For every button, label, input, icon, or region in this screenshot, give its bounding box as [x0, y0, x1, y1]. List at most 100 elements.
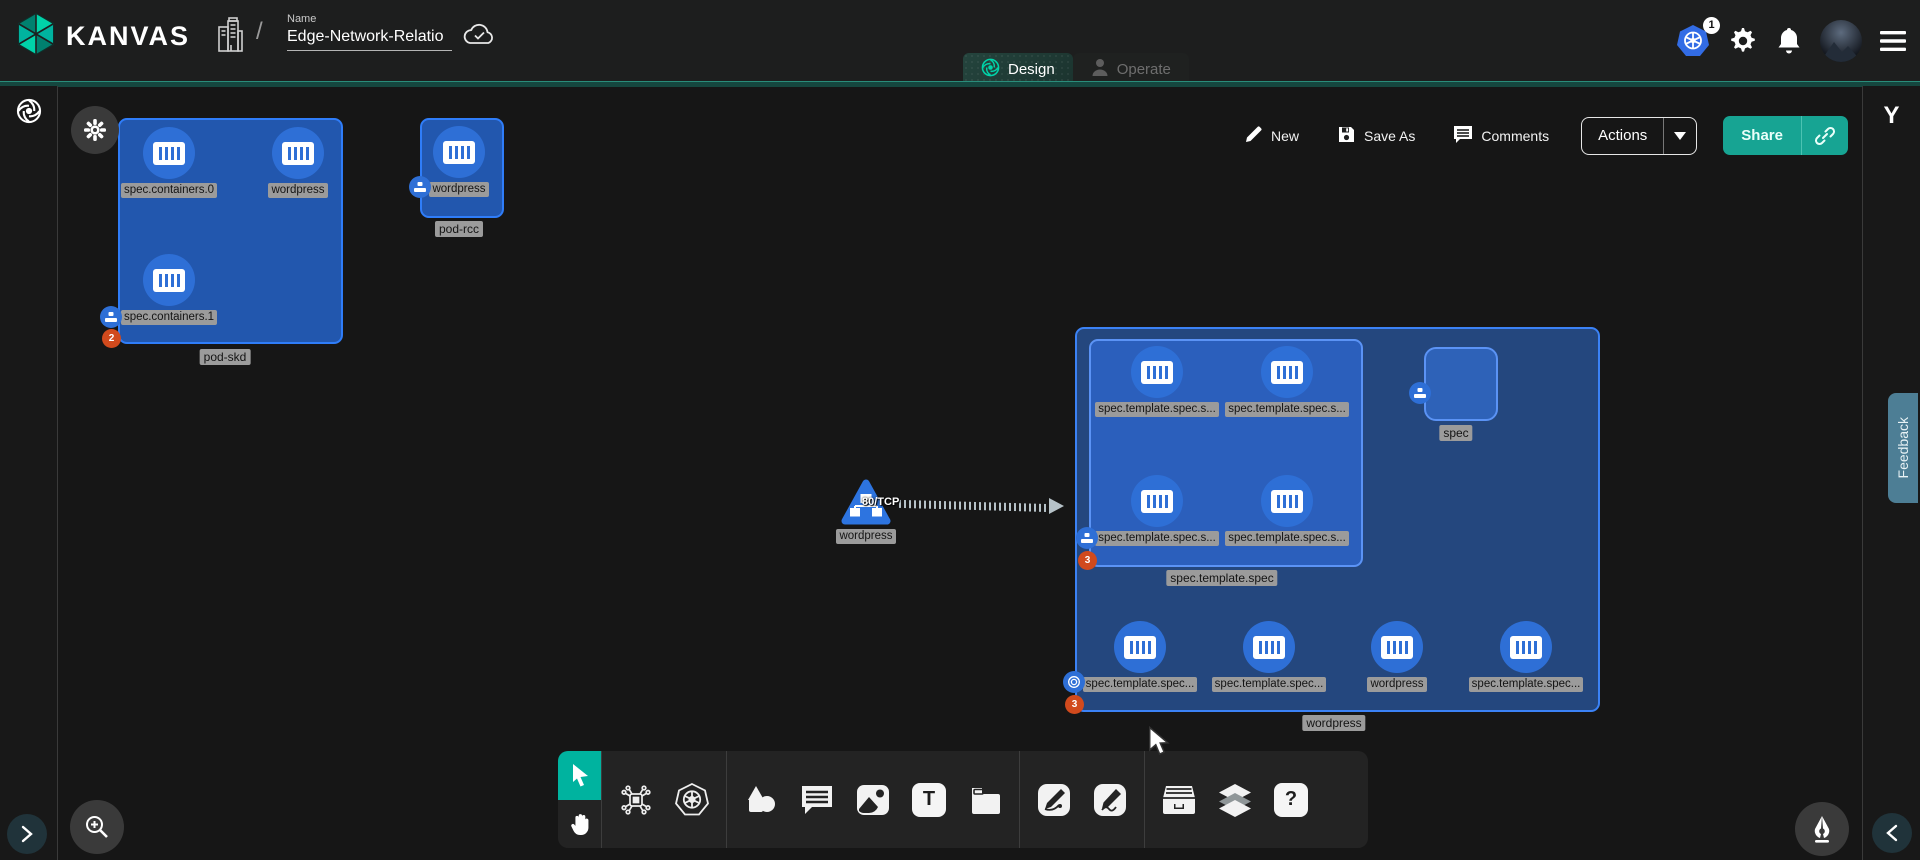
save-as-button[interactable]: Save As — [1331, 124, 1421, 148]
spec-relationship-badge[interactable] — [1409, 382, 1431, 404]
wordpress-group-error-badge[interactable]: 3 — [1065, 695, 1084, 714]
container-icon — [143, 254, 195, 306]
tab-operate-label: Operate — [1117, 61, 1171, 78]
node-label: wordpress — [836, 529, 895, 544]
canvas-config-gear-button[interactable] — [71, 106, 119, 154]
node-spec[interactable] — [1424, 347, 1498, 421]
pan-tool-button[interactable] — [558, 800, 601, 849]
kanvas-logo[interactable]: KANVAS — [16, 12, 190, 61]
node-bottom-wordpress[interactable]: wordpress — [1371, 621, 1423, 692]
theme-ink-button[interactable] — [1795, 802, 1849, 856]
freehand-draw-tool[interactable] — [1082, 751, 1138, 848]
pencil-icon — [1244, 125, 1263, 147]
frame-tool[interactable] — [957, 751, 1013, 848]
node-bottom-container-4[interactable]: spec.template.spec... — [1500, 621, 1552, 692]
template-group-error-badge[interactable]: 3 — [1078, 551, 1097, 570]
toolbar-group-library: ? — [1144, 751, 1325, 848]
feedback-tab[interactable]: Feedback — [1888, 393, 1918, 503]
node-label: wordpress — [268, 183, 327, 198]
node-wordpress-rcc[interactable]: wordpress — [433, 126, 485, 197]
container-icon — [1243, 621, 1295, 673]
image-tool[interactable] — [845, 751, 901, 848]
template-group-relationship-badge[interactable] — [1076, 527, 1098, 549]
node-label: spec.template.spec.s... — [1225, 402, 1349, 417]
organization-icon[interactable] — [215, 17, 245, 58]
share-label: Share — [1723, 116, 1802, 155]
toolbar-group-components — [601, 751, 726, 848]
node-bottom-container-2[interactable]: spec.template.spec... — [1243, 621, 1295, 692]
app-header: KANVAS / Name Edge-Network-Relatio — [0, 0, 1920, 81]
actions-label: Actions — [1582, 118, 1664, 154]
share-button[interactable]: Share — [1723, 116, 1848, 155]
node-label: spec.containers.0 — [121, 183, 217, 198]
design-mode-icon — [981, 58, 1000, 81]
pod-rcc-relationship-badge[interactable] — [409, 176, 431, 198]
pen-tool[interactable] — [1026, 751, 1082, 848]
comment-tool[interactable] — [789, 751, 845, 848]
node-service-wordpress[interactable]: wordpress — [842, 479, 890, 544]
node-bottom-container-1[interactable]: spec.template.spec... — [1114, 621, 1166, 692]
validate-y-icon[interactable]: Y — [1863, 102, 1920, 130]
pod-skd-relationship-badge[interactable] — [100, 306, 122, 328]
node-label: spec.template.spec... — [1212, 677, 1327, 692]
comments-label: Comments — [1481, 128, 1549, 144]
design-name-field: Name Edge-Network-Relatio — [287, 13, 452, 51]
comment-icon — [1453, 125, 1473, 147]
edge-arrowhead-icon — [1049, 498, 1064, 514]
cursor-arrow-icon — [569, 763, 591, 787]
node-template-container-3[interactable]: spec.template.spec.s... — [1131, 475, 1183, 546]
left-sidebar-rail — [0, 86, 58, 860]
archive-drawer-tool[interactable] — [1151, 751, 1207, 848]
zoom-search-button[interactable] — [70, 800, 124, 854]
help-tool[interactable]: ? — [1263, 751, 1319, 848]
mouse-cursor — [1148, 726, 1174, 761]
design-name-input[interactable]: Edge-Network-Relatio — [287, 25, 452, 51]
node-label: spec.containers.1 — [121, 310, 217, 325]
user-avatar[interactable] — [1820, 20, 1862, 62]
container-icon — [1371, 621, 1423, 673]
kubernetes-context-button[interactable]: 1 — [1676, 24, 1710, 58]
settings-gear-icon[interactable] — [1728, 26, 1758, 56]
node-template-container-1[interactable]: spec.template.spec.s... — [1131, 346, 1183, 417]
comments-button[interactable]: Comments — [1447, 124, 1555, 148]
hand-icon — [569, 812, 591, 836]
layers-tool[interactable] — [1207, 751, 1263, 848]
container-icon — [1500, 621, 1552, 673]
hamburger-menu-icon[interactable] — [1880, 30, 1906, 52]
shapes-tool[interactable] — [733, 751, 789, 848]
caret-down-icon[interactable] — [1664, 118, 1696, 154]
node-label: spec.template.spec... — [1469, 677, 1584, 692]
node-wordpress-1[interactable]: wordpress — [272, 127, 324, 198]
wordpress-group-relationship-badge[interactable] — [1063, 671, 1085, 693]
expand-right-panel-button[interactable] — [1872, 813, 1912, 853]
new-button[interactable]: New — [1238, 124, 1305, 148]
node-template-container-4[interactable]: spec.template.spec.s... — [1261, 475, 1313, 546]
node-label: spec.template.spec.s... — [1225, 531, 1349, 546]
design-action-bar: New Save As Comments Actions Share — [1238, 116, 1848, 155]
k8s-context-count-badge: 1 — [1703, 17, 1720, 34]
node-spec-containers-0[interactable]: spec.containers.0 — [143, 127, 195, 198]
pod-skd-error-badge[interactable]: 2 — [102, 329, 121, 348]
node-label: spec.template.spec.s... — [1095, 531, 1219, 546]
pointer-tools — [558, 751, 601, 848]
expand-left-panel-button[interactable] — [7, 814, 47, 854]
node-spec-containers-1[interactable]: spec.containers.1 — [143, 254, 195, 325]
copy-link-icon[interactable] — [1802, 116, 1848, 155]
actions-dropdown-button[interactable]: Actions — [1581, 117, 1697, 155]
node-template-container-2[interactable]: spec.template.spec.s... — [1261, 346, 1313, 417]
component-chip-tool[interactable] — [608, 751, 664, 848]
edge-service-to-deployment[interactable] — [899, 500, 1051, 512]
feedback-label: Feedback — [1895, 417, 1911, 478]
new-label: New — [1271, 128, 1299, 144]
operate-mode-icon — [1091, 58, 1109, 81]
meshery-swirl-icon[interactable] — [0, 98, 57, 131]
kubernetes-tool[interactable] — [664, 751, 720, 848]
text-tool[interactable]: T — [901, 751, 957, 848]
select-tool-button[interactable] — [558, 751, 601, 800]
save-as-label: Save As — [1364, 128, 1415, 144]
save-status-cloud-icon — [462, 22, 496, 53]
toolbar-group-draw — [1019, 751, 1144, 848]
notifications-bell-icon[interactable] — [1776, 26, 1802, 56]
container-icon — [1114, 621, 1166, 673]
logo-wordmark: KANVAS — [66, 21, 190, 52]
